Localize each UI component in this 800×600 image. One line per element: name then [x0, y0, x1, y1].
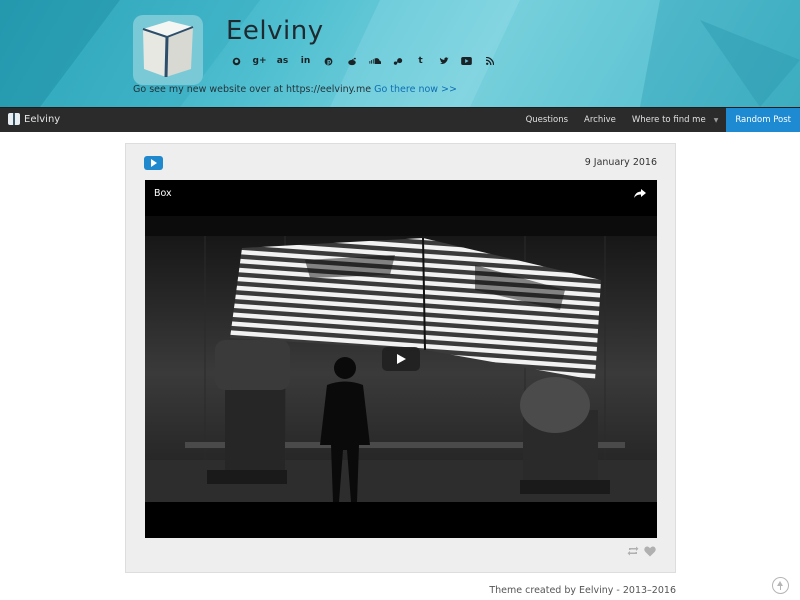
announcement: Go see my new website over at https://ee… [133, 84, 457, 95]
avatar[interactable] [133, 15, 203, 85]
navbar-brand[interactable]: Eelviny [8, 113, 60, 125]
linkedin-icon[interactable]: in [294, 53, 317, 69]
soundcloud-icon[interactable] [363, 53, 386, 69]
nav-link-archive[interactable]: Archive [576, 108, 624, 132]
post-card: 9 January 2016 Box [125, 143, 676, 573]
lastfm-icon[interactable]: as [271, 53, 294, 69]
twitter-icon[interactable] [432, 53, 455, 69]
nav-link-label: Where to find me [631, 115, 706, 125]
pinterest-icon[interactable]: p [317, 53, 340, 69]
announcement-link[interactable]: Go there now >> [374, 84, 457, 95]
cube-logo-icon [8, 113, 20, 125]
rss-icon[interactable] [478, 53, 501, 69]
nav-link-questions[interactable]: Questions [518, 108, 576, 132]
tumblr-icon[interactable]: t [409, 53, 432, 69]
post-date[interactable]: 9 January 2016 [585, 157, 657, 168]
navbar: Eelviny Questions Archive Where to find … [0, 107, 800, 132]
nav-links: Questions Archive Where to find me ▼ Rand… [518, 108, 800, 132]
play-button[interactable] [382, 347, 420, 371]
svg-text:p: p [327, 59, 331, 65]
footer-credit: Theme created by Eelviny - 2013–2016 [489, 585, 676, 596]
site-title[interactable]: Eelviny [226, 16, 324, 46]
youtube-icon[interactable] [455, 53, 478, 69]
reddit-icon[interactable] [340, 53, 363, 69]
heart-icon[interactable] [644, 546, 656, 557]
share-icon[interactable] [633, 186, 647, 200]
announcement-text: Go see my new website over at https://ee… [133, 84, 372, 95]
nav-link-where-to-find-me[interactable]: Where to find me ▼ [624, 108, 726, 132]
social-links: g+ as in p t [225, 53, 501, 69]
brand-label: Eelviny [24, 113, 61, 125]
github-icon[interactable] [225, 53, 248, 69]
video-title[interactable]: Box [154, 188, 172, 199]
reblog-icon[interactable] [627, 546, 639, 556]
scroll-to-top-icon[interactable] [772, 577, 789, 594]
google-plus-icon[interactable]: g+ [248, 53, 271, 69]
video-post-icon[interactable] [144, 156, 163, 170]
caret-down-icon: ▼ [713, 117, 719, 124]
video-player[interactable]: Box [145, 180, 657, 538]
steam-icon[interactable] [386, 53, 409, 69]
site-header: Eelviny g+ as in p t Go see my new websi… [0, 0, 800, 107]
random-post-button[interactable]: Random Post [726, 108, 800, 132]
